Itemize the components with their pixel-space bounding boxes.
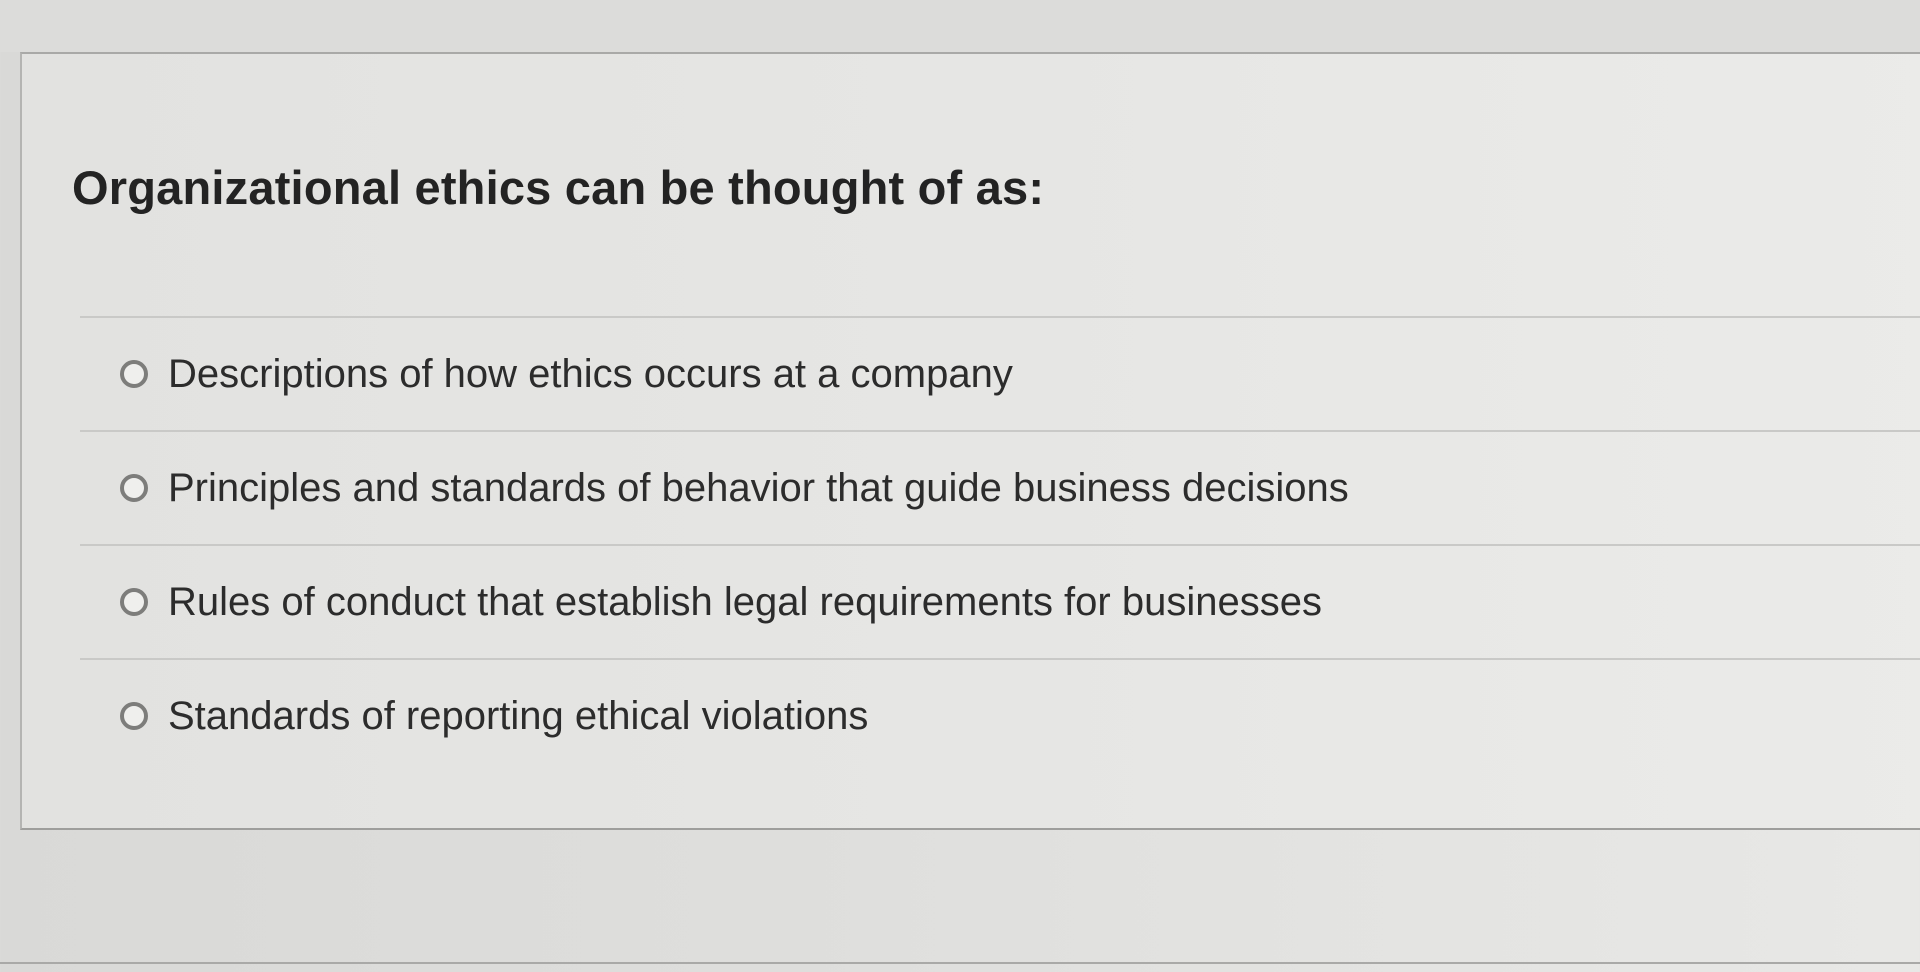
answer-list: Descriptions of how ethics occurs at a c… bbox=[80, 316, 1920, 772]
radio-button[interactable] bbox=[120, 360, 148, 388]
answer-option-4[interactable]: Standards of reporting ethical violation… bbox=[80, 658, 1920, 772]
answer-option-3[interactable]: Rules of conduct that establish legal re… bbox=[80, 544, 1920, 658]
page-top-strip bbox=[0, 0, 1920, 52]
answer-label[interactable]: Principles and standards of behavior tha… bbox=[168, 466, 1349, 511]
radio-button[interactable] bbox=[120, 702, 148, 730]
divider bbox=[0, 962, 1920, 964]
answer-option-1[interactable]: Descriptions of how ethics occurs at a c… bbox=[80, 316, 1920, 430]
question-text: Organizational ethics can be thought of … bbox=[72, 161, 1045, 214]
question-card: Organizational ethics can be thought of … bbox=[20, 52, 1920, 830]
answer-label[interactable]: Standards of reporting ethical violation… bbox=[168, 694, 868, 739]
radio-button[interactable] bbox=[120, 588, 148, 616]
answer-option-2[interactable]: Principles and standards of behavior tha… bbox=[80, 430, 1920, 544]
answer-label[interactable]: Rules of conduct that establish legal re… bbox=[168, 580, 1322, 625]
answer-label[interactable]: Descriptions of how ethics occurs at a c… bbox=[168, 352, 1013, 397]
radio-button[interactable] bbox=[120, 474, 148, 502]
